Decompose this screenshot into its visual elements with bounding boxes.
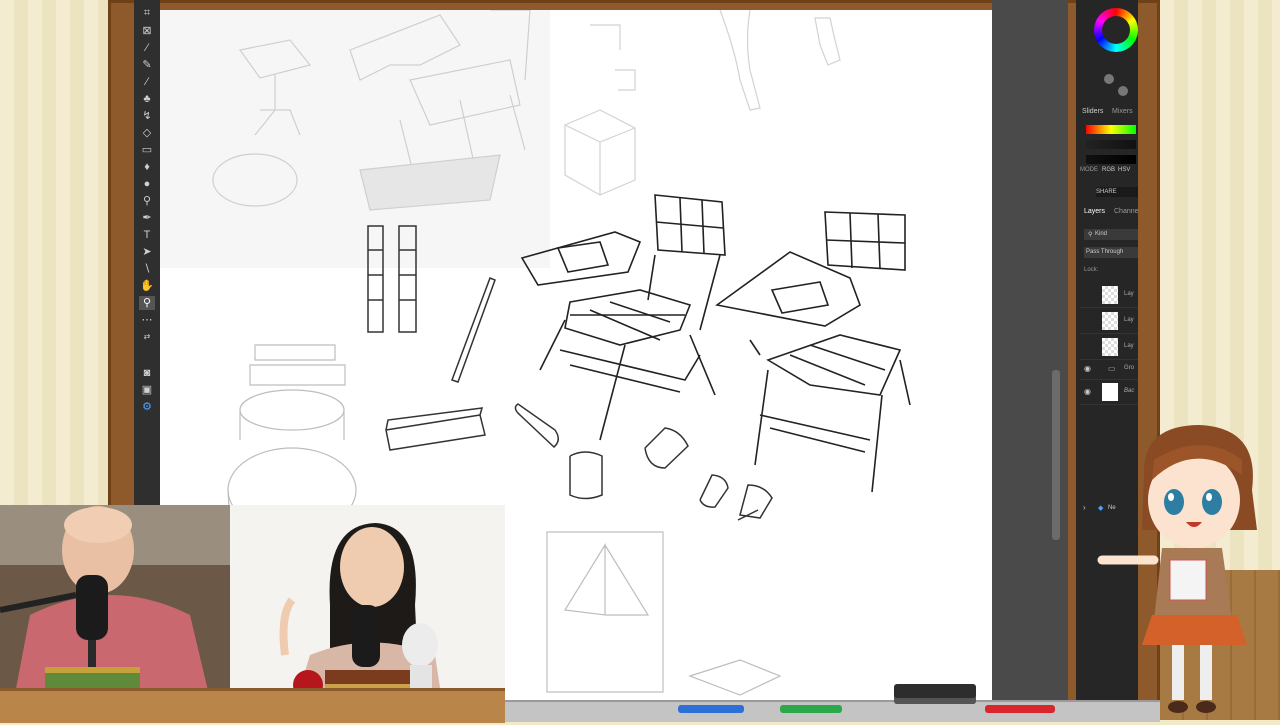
eraser [894, 684, 976, 704]
pen-icon[interactable]: ✒ [139, 211, 155, 225]
panel-tab-mixers[interactable]: Mixers [1112, 108, 1133, 115]
type-icon[interactable]: T [139, 228, 155, 242]
brush-icon[interactable]: ∕ [139, 75, 155, 89]
layer-row[interactable]: Lay [1080, 309, 1138, 334]
frame-icon[interactable]: ⊠ [139, 24, 155, 38]
eye-icon[interactable]: ◉ [1084, 387, 1091, 396]
layer-row[interactable]: ◉ Bac [1080, 380, 1138, 405]
layer-row[interactable]: Lay [1080, 335, 1138, 360]
gradient-icon[interactable]: ▭ [139, 143, 155, 157]
color-settings-icon[interactable] [1118, 86, 1128, 96]
layers-tab[interactable]: Layers [1084, 208, 1105, 215]
blur-icon[interactable]: ♦ [139, 160, 155, 174]
layer-thumbnail [1102, 383, 1118, 401]
canvas-gutter [992, 0, 1068, 712]
history-brush-icon[interactable]: ↯ [139, 109, 155, 123]
artboard-icon[interactable]: ⚙ [139, 400, 155, 414]
layer-name: Lay [1124, 343, 1134, 349]
color-wheel-center [1102, 16, 1130, 44]
bookshelf [0, 688, 505, 723]
line-icon[interactable]: ∖ [139, 262, 155, 276]
layer-thumbnail [1102, 338, 1118, 356]
eye-icon[interactable]: ◉ [1084, 364, 1091, 373]
blend-mode-label: Pass Through [1086, 249, 1124, 255]
blue-marker [678, 705, 744, 713]
layer-row[interactable]: ◉ ▭ Gro [1080, 359, 1138, 380]
layer-name: Bac [1124, 388, 1135, 394]
green-marker [780, 705, 842, 713]
folder-icon: ▭ [1108, 364, 1116, 373]
layer-name: Lay [1124, 291, 1134, 297]
channels-tab[interactable]: Channe [1114, 208, 1139, 215]
stamp-icon[interactable]: ♣ [139, 92, 155, 106]
vertical-scrollbar[interactable] [1052, 370, 1060, 540]
eyedropper-icon[interactable]: ⁄ [139, 41, 155, 55]
shared-label: SHARE [1096, 189, 1117, 195]
mode-hsv[interactable]: HSV [1118, 167, 1130, 173]
layer-thumbnail [1102, 286, 1118, 304]
screenmode-icon[interactable]: ▣ [139, 383, 155, 397]
anime-mascot [1082, 420, 1280, 720]
mode-rgb[interactable]: RGB [1102, 167, 1115, 173]
hue-slider[interactable] [1086, 125, 1136, 134]
healing-icon[interactable]: ✎ [139, 58, 155, 72]
saturation-slider[interactable] [1086, 140, 1136, 149]
more-icon[interactable]: ⋯ [139, 313, 155, 327]
reference-photo-area [160, 10, 550, 268]
layer-thumbnail [1102, 312, 1118, 330]
layer-row[interactable]: Lay [1080, 283, 1138, 308]
hand-icon[interactable]: ✋ [139, 279, 155, 293]
lock-label: Lock: [1084, 267, 1099, 273]
zoom-icon[interactable]: ⚲ [139, 296, 155, 310]
quickmask-icon[interactable]: ◙ [139, 366, 155, 380]
kind-filter-label: Kind [1095, 231, 1108, 237]
path-select-icon[interactable]: ➤ [139, 245, 155, 259]
swap-colors-icon[interactable]: ⇄ [139, 330, 155, 344]
panel-tab-sliders[interactable]: Sliders [1082, 108, 1103, 115]
layer-name: Gro [1124, 365, 1135, 371]
mode-label: MODE [1080, 167, 1098, 173]
search-icon: ⚲ [1088, 232, 1093, 238]
layer-name: Lay [1124, 317, 1134, 323]
magnify-icon[interactable]: ⚲ [139, 194, 155, 208]
color-history-icon[interactable] [1104, 74, 1114, 84]
brightness-slider[interactable] [1086, 155, 1136, 164]
eraser-icon[interactable]: ◇ [139, 126, 155, 140]
red-marker [985, 705, 1055, 713]
crop-icon[interactable]: ⌗ [139, 6, 155, 20]
dodge-icon[interactable]: ● [139, 177, 155, 191]
